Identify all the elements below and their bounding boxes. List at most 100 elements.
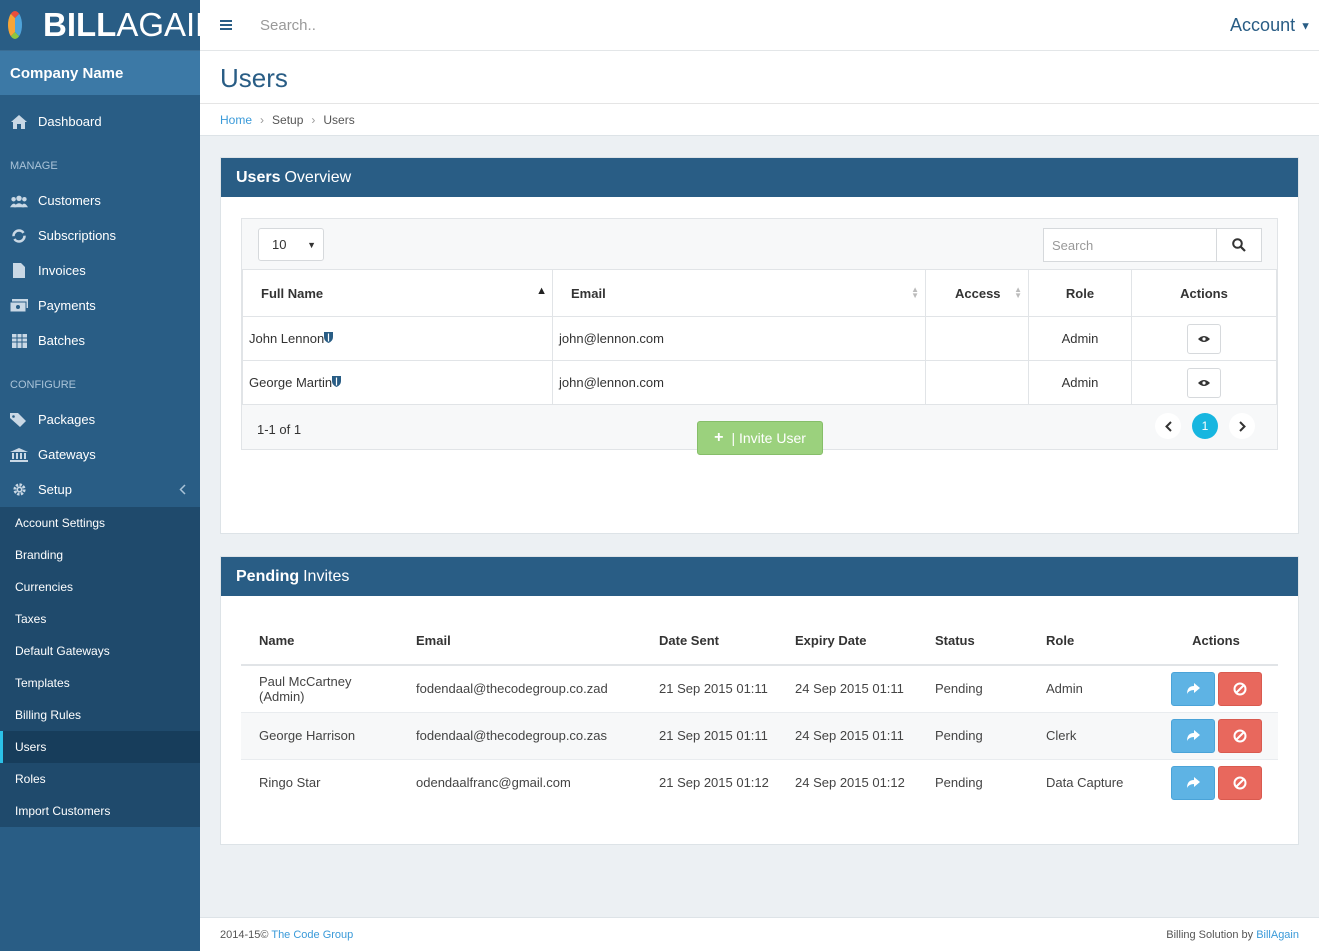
invite-date-sent: 21 Sep 2015 01:11 bbox=[641, 664, 777, 712]
sidebar-item-batches[interactable]: Batches bbox=[0, 323, 200, 358]
breadcrumb-home[interactable]: Home bbox=[220, 113, 252, 127]
sidebar-item-account-settings[interactable]: Account Settings bbox=[0, 507, 200, 539]
invite-email: fodendaal@thecodegroup.co.zas bbox=[398, 711, 641, 759]
sidebar-item-packages[interactable]: Packages bbox=[0, 402, 200, 437]
menu-toggle-icon[interactable] bbox=[220, 18, 232, 32]
shield-icon bbox=[324, 331, 334, 346]
sidebar: BILLAGAIN Company Name Dashboard MANAGE … bbox=[0, 0, 219, 951]
sidebar-item-branding[interactable]: Branding bbox=[0, 539, 200, 571]
col-expiry-date: Expiry Date bbox=[777, 617, 917, 666]
invite-status: Pending bbox=[917, 664, 1028, 712]
bank-icon bbox=[10, 447, 28, 462]
footer-company-link[interactable]: The Code Group bbox=[271, 929, 353, 941]
next-page-button[interactable] bbox=[1229, 413, 1255, 439]
sort-asc-icon: ▲ bbox=[536, 285, 547, 297]
invite-name: Ringo Star bbox=[241, 758, 398, 806]
table-icon bbox=[10, 333, 28, 348]
pending-invites-panel: Pending Invites Name Email Date Sent Expi… bbox=[220, 556, 1299, 845]
invite-name: Paul McCartney (Admin) bbox=[241, 664, 398, 712]
view-user-button[interactable] bbox=[1187, 323, 1221, 354]
sidebar-item-billing-rules[interactable]: Billing Rules bbox=[0, 699, 200, 731]
breadcrumb: Home › Setup › Users bbox=[200, 104, 1319, 136]
col-access[interactable]: Access ▲ ▼ bbox=[925, 269, 1029, 317]
resend-invite-button[interactable] bbox=[1170, 718, 1215, 753]
sidebar-item-roles[interactable]: Roles bbox=[0, 763, 200, 795]
sidebar-item-currencies[interactable]: Currencies bbox=[0, 571, 200, 603]
home-icon bbox=[10, 114, 28, 129]
page-header: Users bbox=[200, 51, 1319, 104]
invite-email: odendaalfranc@gmail.com bbox=[398, 758, 641, 806]
table-search: Search bbox=[1043, 228, 1262, 262]
logo-icon bbox=[8, 11, 22, 39]
eye-icon bbox=[1198, 335, 1210, 342]
invite-user-button[interactable]: + | Invite User bbox=[697, 421, 823, 455]
invite-role: Admin bbox=[1028, 664, 1154, 712]
table-search-input[interactable]: Search bbox=[1044, 229, 1217, 261]
resend-invite-button[interactable] bbox=[1170, 671, 1215, 706]
sidebar-item-payments[interactable]: Payments bbox=[0, 288, 200, 323]
cancel-invite-button[interactable] bbox=[1217, 718, 1262, 753]
copyright: 2014-15© bbox=[220, 928, 269, 941]
sidebar-item-setup[interactable]: Setup bbox=[0, 472, 200, 507]
user-name: John Lennon bbox=[242, 316, 553, 361]
ban-icon bbox=[1233, 776, 1246, 790]
sidebar-item-default-gateways[interactable]: Default Gateways bbox=[0, 635, 200, 667]
account-menu[interactable]: Account ▼ bbox=[1230, 15, 1311, 36]
user-email: john@lennon.com bbox=[552, 360, 926, 405]
view-user-button[interactable] bbox=[1187, 367, 1221, 398]
user-name: George Martin bbox=[242, 360, 553, 405]
sidebar-item-customers[interactable]: Customers bbox=[0, 183, 200, 218]
sidebar-item-invoices[interactable]: Invoices bbox=[0, 253, 200, 288]
col-role: Role bbox=[1028, 269, 1132, 317]
invite-role: Clerk bbox=[1028, 711, 1154, 759]
invite-status: Pending bbox=[917, 758, 1028, 806]
money-icon bbox=[10, 299, 28, 313]
table-row: Ringo Star odendaalfranc@gmail.com 21 Se… bbox=[241, 758, 1278, 806]
gear-icon bbox=[10, 483, 28, 497]
footer-billagain-link[interactable]: BillAgain bbox=[1256, 929, 1299, 941]
sidebar-item-users[interactable]: Users bbox=[0, 731, 200, 763]
share-icon bbox=[1186, 777, 1200, 789]
col-actions: Actions bbox=[1131, 269, 1277, 317]
sidebar-item-templates[interactable]: Templates bbox=[0, 667, 200, 699]
col-email[interactable]: Email ▲ ▼ bbox=[552, 269, 926, 317]
breadcrumb-setup[interactable]: Setup bbox=[272, 113, 303, 127]
ban-icon bbox=[1233, 729, 1246, 742]
search-button[interactable] bbox=[1217, 229, 1261, 261]
cancel-invite-button[interactable] bbox=[1217, 671, 1262, 706]
sidebar-item-dashboard[interactable]: Dashboard bbox=[0, 104, 200, 139]
invite-email: fodendaal@thecodegroup.co.zad bbox=[398, 664, 641, 712]
refresh-icon bbox=[10, 228, 28, 243]
chevron-right-icon bbox=[1238, 420, 1246, 432]
file-icon bbox=[10, 263, 28, 278]
breadcrumb-current: Users bbox=[323, 112, 355, 127]
share-icon bbox=[1186, 730, 1200, 741]
sidebar-item-taxes[interactable]: Taxes bbox=[0, 603, 200, 635]
table-info: 1-1 of 1 bbox=[257, 422, 302, 437]
brand[interactable]: BILLAGAIN bbox=[0, 0, 219, 51]
user-access bbox=[925, 316, 1029, 361]
invite-date-sent: 21 Sep 2015 01:11 bbox=[641, 711, 777, 759]
top-search-input[interactable]: Search.. bbox=[260, 17, 1230, 34]
prev-page-button[interactable] bbox=[1155, 413, 1181, 439]
footer: 2014-15© The Code Group Billing Solution… bbox=[200, 917, 1319, 951]
cancel-invite-button[interactable] bbox=[1217, 765, 1262, 800]
chevron-left-icon bbox=[1164, 420, 1172, 432]
sidebar-item-import-customers[interactable]: Import Customers bbox=[0, 795, 200, 827]
resend-invite-button[interactable] bbox=[1170, 765, 1215, 800]
page-length-select[interactable]: 10 ▼ bbox=[258, 228, 324, 261]
page-button[interactable]: 1 bbox=[1192, 413, 1218, 439]
col-date-sent: Date Sent bbox=[641, 617, 777, 666]
col-full-name[interactable]: Full Name ▲ bbox=[242, 269, 553, 317]
col-name: Name bbox=[241, 617, 398, 666]
footer-credit: Billing Solution by bbox=[1166, 928, 1254, 941]
users-overview-panel: Users Overview 10 ▼ Search Full Name ▲ Ema… bbox=[220, 157, 1299, 534]
sidebar-item-gateways[interactable]: Gateways bbox=[0, 437, 200, 472]
sort-icon: ▲ ▼ bbox=[911, 285, 919, 300]
col-email: Email bbox=[398, 617, 641, 666]
section-configure: CONFIGURE bbox=[10, 379, 76, 391]
ban-icon bbox=[1233, 682, 1246, 696]
company-name[interactable]: Company Name bbox=[0, 51, 200, 95]
sidebar-item-subscriptions[interactable]: Subscriptions bbox=[0, 218, 200, 253]
user-role: Admin bbox=[1028, 316, 1132, 361]
